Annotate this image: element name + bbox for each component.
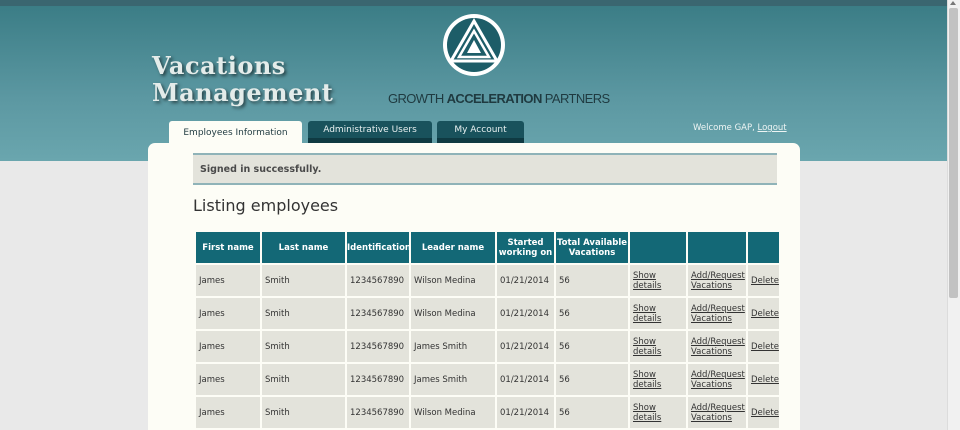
welcome-text: Welcome GAP, [693, 123, 755, 133]
action-cell: Delete [748, 364, 779, 395]
identification-cell: 1234567890 [347, 298, 409, 329]
vacations-cell: 56 [556, 298, 628, 329]
tab-employees-information[interactable]: Employees Information [169, 121, 302, 145]
logout-link[interactable]: Logout [758, 123, 787, 133]
col-header: Total Available Vacations [556, 232, 628, 263]
add-request-vacations-link[interactable]: Add/Request Vacations [691, 403, 745, 423]
col-header: First name [196, 232, 260, 263]
tab-my-account[interactable]: My Account [437, 121, 524, 143]
start-date-cell: 01/21/2014 [497, 298, 554, 329]
add-request-vacations-link[interactable]: Add/Request Vacations [691, 337, 745, 357]
start-date-cell: 01/21/2014 [497, 364, 554, 395]
show-details-link[interactable]: Show details [633, 337, 661, 357]
leader-name-cell: Wilson Medina [411, 397, 495, 428]
tab-administrative-users[interactable]: Administrative Users [308, 121, 432, 143]
action-cell: Add/Request Vacations [688, 397, 746, 428]
show-details-link[interactable]: Show details [633, 403, 661, 423]
add-request-vacations-link[interactable]: Add/Request Vacations [691, 304, 745, 324]
col-header: Started working on [497, 232, 554, 263]
scroll-up-arrow-icon[interactable] [950, 1, 956, 5]
action-cell: Add/Request Vacations [688, 331, 746, 362]
delete-link[interactable]: Delete [751, 408, 779, 418]
add-request-vacations-link[interactable]: Add/Request Vacations [691, 370, 745, 390]
flash-notice: Signed in successfully. [193, 153, 777, 185]
show-details-link[interactable]: Show details [633, 370, 661, 390]
app-title-line1: Vacations [152, 51, 286, 80]
first-name-cell: James [196, 364, 260, 395]
show-details-link[interactable]: Show details [633, 271, 661, 291]
action-cell: Show details [630, 265, 686, 296]
identification-cell: 1234567890 [347, 397, 409, 428]
delete-link[interactable]: Delete [751, 309, 779, 319]
page-title: Listing employees [193, 196, 339, 215]
table-header-row: First name Last name Identification Lead… [196, 232, 779, 263]
start-date-cell: 01/21/2014 [497, 265, 554, 296]
vacations-cell: 56 [556, 397, 628, 428]
delete-link[interactable]: Delete [751, 375, 779, 385]
col-header: Last name [262, 232, 345, 263]
last-name-cell: Smith [262, 397, 345, 428]
action-cell: Add/Request Vacations [688, 298, 746, 329]
start-date-cell: 01/21/2014 [497, 397, 554, 428]
welcome-area: Welcome GAP, Logout [693, 123, 787, 133]
delete-link[interactable]: Delete [751, 276, 779, 286]
table-row: James Smith 1234567890 Wilson Medina 01/21/2… [196, 298, 779, 329]
table-row: James Smith 1234567890 James Smith 01/21/201… [196, 331, 779, 362]
col-header [688, 232, 746, 263]
app-title: Vacations Management [152, 52, 333, 106]
col-header: Identification [347, 232, 411, 263]
vacations-cell: 56 [556, 364, 628, 395]
action-cell: Show details [630, 364, 686, 395]
action-cell: Add/Request Vacations [688, 364, 746, 395]
leader-name-cell: Wilson Medina [411, 265, 495, 296]
action-cell: Add/Request Vacations [688, 265, 746, 296]
action-cell: Delete [748, 397, 779, 428]
logo-text-part1: GROWTH [388, 91, 447, 106]
identification-cell: 1234567890 [347, 331, 409, 362]
first-name-cell: James [196, 298, 260, 329]
table-row: James Smith 1234567890 Wilson Medina 01/21/2… [196, 265, 779, 296]
last-name-cell: Smith [262, 265, 345, 296]
first-name-cell: James [196, 397, 260, 428]
table-row: James Smith 1234567890 Wilson Medina 01/21/2… [196, 397, 779, 428]
col-header: Leader name [411, 232, 495, 263]
leader-name-cell: Wilson Medina [411, 298, 495, 329]
action-cell: Show details [630, 298, 686, 329]
triangle-logo-icon [443, 14, 505, 76]
delete-link[interactable]: Delete [751, 342, 779, 352]
action-cell: Show details [630, 331, 686, 362]
vacations-cell: 56 [556, 331, 628, 362]
action-cell: Show details [630, 397, 686, 428]
action-cell: Delete [748, 298, 779, 329]
start-date-cell: 01/21/2014 [497, 331, 554, 362]
company-logo-text: GROWTH ACCELERATION PARTNERS [388, 91, 610, 106]
leader-name-cell: James Smith [411, 364, 495, 395]
last-name-cell: Smith [262, 364, 345, 395]
col-header [630, 232, 686, 263]
first-name-cell: James [196, 265, 260, 296]
action-cell: Delete [748, 331, 779, 362]
show-details-link[interactable]: Show details [633, 304, 661, 324]
action-cell: Delete [748, 265, 779, 296]
scrollbar-thumb[interactable] [949, 8, 958, 298]
first-name-cell: James [196, 331, 260, 362]
add-request-vacations-link[interactable]: Add/Request Vacations [691, 271, 745, 291]
table-row: James Smith 1234567890 James Smith 01/21/201… [196, 364, 779, 395]
vacations-cell: 56 [556, 265, 628, 296]
logo-text-part3: PARTNERS [541, 91, 610, 106]
identification-cell: 1234567890 [347, 265, 409, 296]
identification-cell: 1234567890 [347, 364, 409, 395]
leader-name-cell: James Smith [411, 331, 495, 362]
last-name-cell: Smith [262, 331, 345, 362]
employees-table: First name Last name Identification Lead… [194, 230, 781, 430]
last-name-cell: Smith [262, 298, 345, 329]
app-title-line2: Management [152, 78, 334, 107]
logo-text-part2: ACCELERATION [446, 91, 543, 106]
col-header [748, 232, 779, 263]
